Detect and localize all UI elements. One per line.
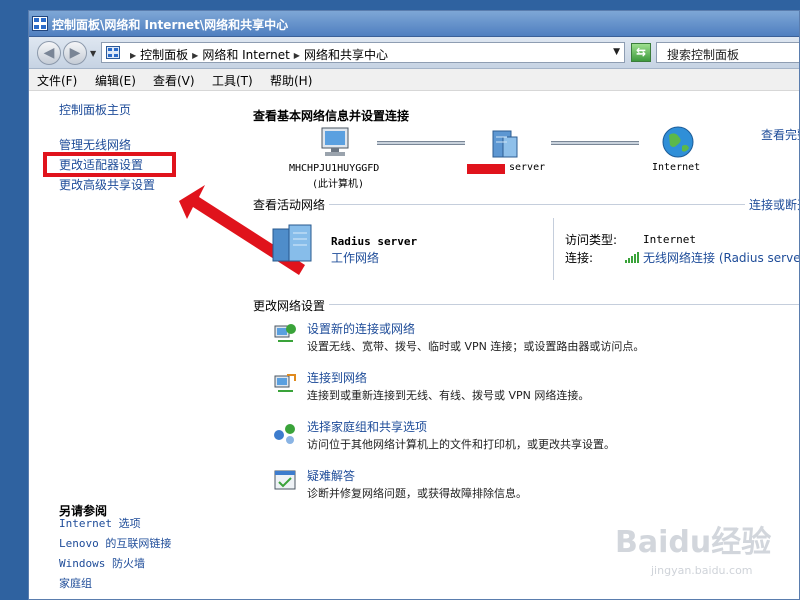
computer-name: MHCHPJU1HUYGGFD bbox=[289, 163, 380, 174]
wireless-connection-link[interactable]: 无线网络连接 (Radius server) bbox=[643, 249, 799, 266]
divider bbox=[253, 304, 799, 305]
task-new-connection-desc: 设置无线、宽带、拨号、临时或 VPN 连接；或设置路由器或访问点。 bbox=[307, 340, 645, 353]
task-homegroup-link[interactable]: 选择家庭组和共享选项 bbox=[307, 418, 427, 435]
task-connect-network-desc: 连接到或重新连接到无线、有线、拨号或 VPN 网络连接。 bbox=[307, 389, 590, 402]
server-label: server bbox=[509, 162, 546, 173]
active-networks-heading: 查看活动网络 bbox=[253, 196, 330, 213]
task-new-connection-link[interactable]: 设置新的连接或网络 bbox=[307, 320, 415, 337]
connect-disconnect-link[interactable]: 连接或断开连接 bbox=[745, 196, 799, 213]
network-type-link[interactable]: 工作网络 bbox=[331, 249, 379, 266]
server-icon bbox=[492, 130, 518, 158]
access-type-value: Internet bbox=[643, 233, 696, 246]
connect-network-icon bbox=[274, 374, 296, 392]
wifi-signal-icon bbox=[625, 252, 639, 263]
task-homegroup-desc: 访问位于其他网络计算机上的文件和打印机，或更改共享设置。 bbox=[307, 438, 615, 451]
watermark-url: jingyan.baidu.com bbox=[651, 564, 753, 577]
task-troubleshoot-link[interactable]: 疑难解答 bbox=[307, 467, 355, 484]
homegroup-icon bbox=[274, 424, 295, 444]
page-title: 查看基本网络信息并设置连接 bbox=[253, 109, 410, 123]
network-server-icon bbox=[272, 224, 312, 262]
internet-label: Internet bbox=[652, 162, 701, 173]
change-settings-heading: 更改网络设置 bbox=[253, 297, 330, 314]
divider bbox=[253, 204, 799, 205]
globe-icon bbox=[662, 126, 694, 158]
task-connect-network-link[interactable]: 连接到网络 bbox=[307, 369, 367, 386]
watermark: Baidu经验 bbox=[615, 525, 772, 560]
connection-line bbox=[551, 141, 639, 145]
network-name: Radius server bbox=[331, 235, 418, 248]
connection-line bbox=[377, 141, 465, 145]
connection-label: 连接: bbox=[565, 251, 594, 265]
divider bbox=[553, 218, 554, 280]
view-full-map-link[interactable]: 查看完整映射 bbox=[761, 126, 799, 143]
task-troubleshoot-desc: 诊断并修复网络问题，或获得故障排除信息。 bbox=[307, 487, 527, 500]
annotation-arrow bbox=[179, 185, 305, 275]
redaction-mark bbox=[467, 164, 505, 174]
computer-sub: (此计算机) bbox=[312, 179, 365, 190]
explorer-window: 控制面板\网络和 Internet\网络和共享中心 ◀ ▶ ▼ ▶ 控制面板 ▶ 网络… bbox=[28, 10, 800, 600]
access-type-label: 访问类型: bbox=[565, 233, 618, 247]
troubleshoot-icon bbox=[274, 470, 296, 490]
new-connection-icon bbox=[274, 324, 296, 342]
computer-icon bbox=[321, 127, 349, 156]
